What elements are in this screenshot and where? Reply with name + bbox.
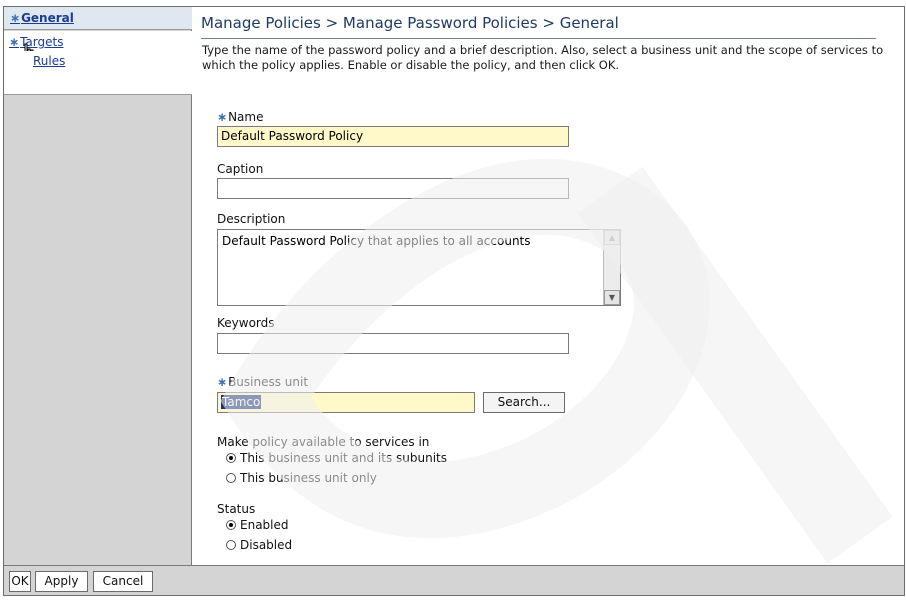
description-textarea[interactable]: Default Password Policy that applies to … — [217, 229, 621, 306]
caption-field[interactable] — [217, 178, 569, 199]
nav-item-rules[interactable]: Rules — [4, 51, 192, 95]
page-instructions: Type the name of the password policy and… — [202, 43, 884, 72]
keywords-field[interactable] — [217, 333, 569, 354]
description-label: Description — [217, 212, 286, 226]
radio-selected-icon[interactable] — [226, 520, 236, 530]
status-enabled-label: Enabled — [240, 518, 289, 532]
radio-unselected-icon[interactable] — [226, 473, 236, 483]
navigation-sidebar: ∗General ∗Targets Rules — [4, 7, 192, 565]
required-marker-icon: ∗ — [217, 110, 228, 124]
radio-selected-icon[interactable] — [226, 453, 236, 463]
keywords-label: Keywords — [217, 316, 275, 330]
status-disabled-label: Disabled — [240, 538, 293, 552]
scope-option-only[interactable]: This business unit only — [226, 471, 377, 485]
page-title: Manage Policies > Manage Password Polici… — [201, 14, 619, 32]
business-unit-field[interactable]: Tamco — [217, 392, 475, 413]
nav-link-targets[interactable]: ∗Targets — [9, 35, 63, 49]
ok-button[interactable]: OK — [9, 571, 31, 592]
nav-label-general: General — [21, 11, 74, 25]
nav-item-general[interactable]: ∗General — [4, 7, 192, 30]
cancel-button[interactable]: Cancel — [93, 571, 153, 592]
scope-option-only-label: This business unit only — [240, 471, 377, 485]
scope-option-subunits[interactable]: This business unit and its subunits — [226, 451, 447, 465]
business-unit-label: ∗Business unit — [217, 375, 308, 389]
required-marker-icon: ∗ — [9, 35, 20, 49]
apply-button[interactable]: Apply — [35, 571, 88, 592]
nav-link-rules[interactable]: Rules — [33, 54, 65, 68]
nav-item-targets[interactable]: ∗Targets — [4, 31, 192, 60]
radio-unselected-icon[interactable] — [226, 540, 236, 550]
status-option-disabled[interactable]: Disabled — [226, 538, 292, 552]
search-button[interactable]: Search... — [483, 392, 565, 413]
business-unit-value: Tamco — [221, 395, 262, 409]
caption-label: Caption — [217, 162, 264, 176]
name-label: ∗Name — [217, 110, 263, 124]
description-scrollbar[interactable]: ▲ ▼ — [603, 230, 620, 305]
required-marker-icon: ∗ — [217, 375, 228, 389]
required-marker-icon: ∗ — [10, 11, 21, 25]
business-unit-label-text: Business unit — [228, 375, 309, 389]
description-text: Default Password Policy that applies to … — [222, 234, 531, 248]
nav-link-general[interactable]: ∗General — [10, 11, 74, 25]
policy-editor-window: ∗General ∗Targets Rules Manage Policies … — [3, 6, 905, 596]
scroll-down-icon[interactable]: ▼ — [604, 290, 620, 305]
scope-option-subunits-label: This business unit and its subunits — [240, 451, 447, 465]
scroll-up-icon[interactable]: ▲ — [604, 230, 620, 245]
name-label-text: Name — [228, 110, 264, 124]
action-button-bar: OK Apply Cancel — [4, 565, 904, 595]
status-option-enabled[interactable]: Enabled — [226, 518, 289, 532]
name-field[interactable]: Default Password Policy — [217, 126, 569, 147]
status-label: Status — [217, 502, 256, 516]
scope-label: Make policy available to services in — [217, 435, 430, 449]
title-divider — [201, 38, 876, 39]
